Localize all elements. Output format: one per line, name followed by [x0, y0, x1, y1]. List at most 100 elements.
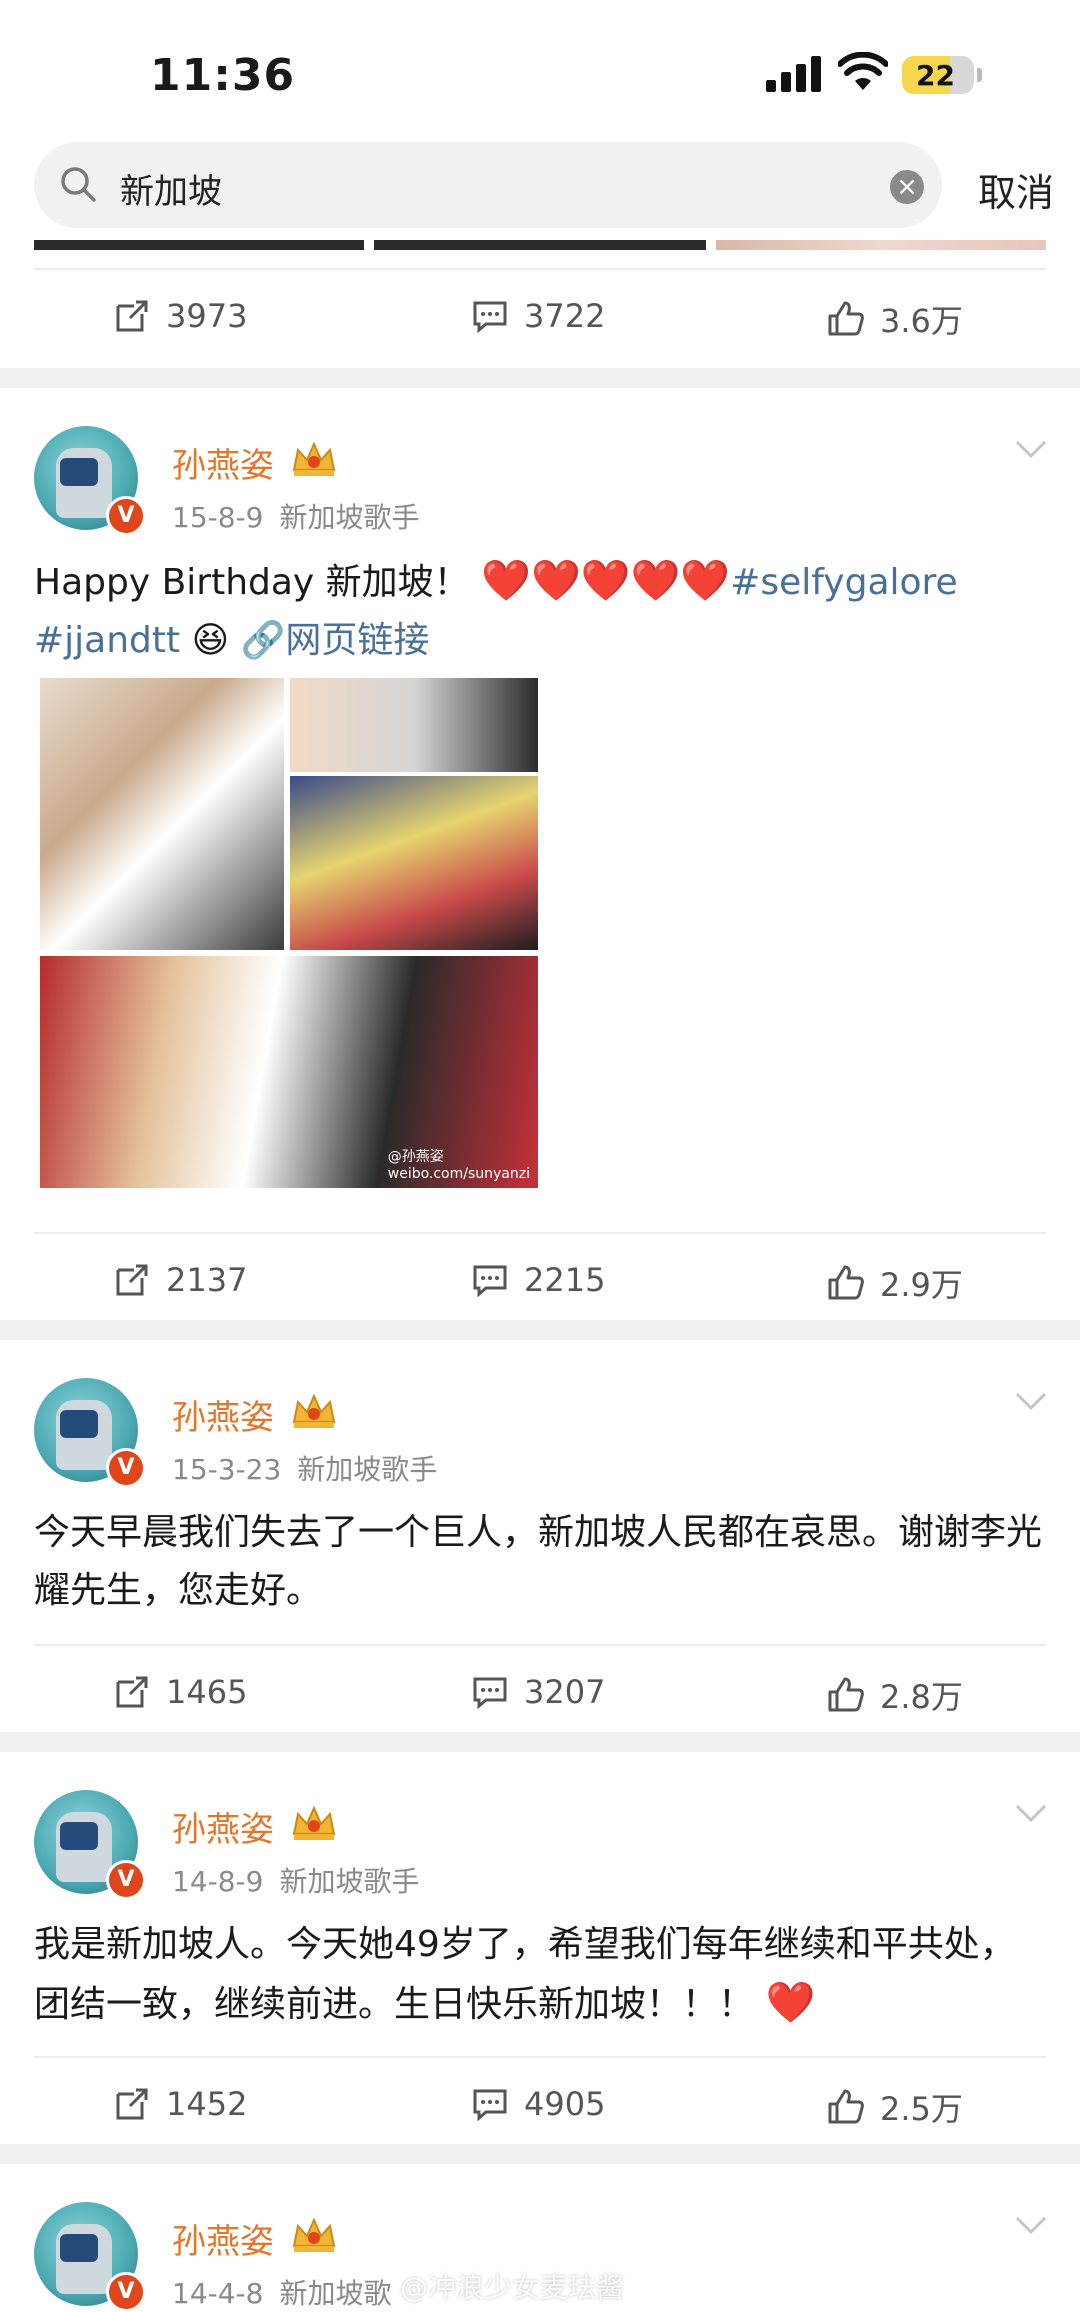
comment-icon	[473, 1265, 507, 1298]
search-bar-row: 新加坡 × 取消	[0, 140, 1080, 240]
heart-emoji: ❤️	[765, 1980, 816, 2026]
comment-icon	[473, 2089, 507, 2122]
post-text: 今天早晨我们失去了一个巨人，新加坡人民都在哀思。谢谢李光耀先生，您走好。	[34, 1512, 1043, 1611]
hashtag-link[interactable]: #selfygalore	[730, 562, 958, 603]
post-actions: 1452 4905 2.5万	[0, 2056, 1080, 2156]
photo-tile[interactable]	[290, 776, 538, 950]
chevron-down-icon[interactable]	[1014, 2214, 1048, 2236]
like-button[interactable]: 3.6万	[826, 296, 963, 342]
battery-level: 22	[916, 59, 955, 92]
web-link-label: 网页链接	[285, 620, 430, 661]
web-link[interactable]: 🔗网页链接	[241, 620, 430, 661]
link-icon: 🔗	[240, 620, 286, 661]
battery-indicator: 22	[902, 56, 982, 94]
cancel-button[interactable]: 取消	[978, 162, 1054, 217]
previous-post-image	[374, 240, 706, 250]
chevron-down-icon[interactable]	[1014, 1802, 1048, 1824]
repost-button[interactable]: 1452	[112, 2084, 247, 2124]
avatar-camera	[60, 2234, 98, 2262]
divider	[34, 1644, 1046, 1646]
photo-tile[interactable]	[290, 678, 538, 772]
thumbs-up-icon	[828, 2089, 864, 2124]
post-date: 14-4-8	[172, 2277, 264, 2310]
thumbs-up-icon	[828, 1677, 864, 1712]
comment-button[interactable]: 4905	[470, 2084, 605, 2124]
comment-button[interactable]: 2215	[470, 1260, 605, 1300]
post-date: 15-3-23	[172, 1453, 282, 1486]
post-source: 新加坡歌手	[279, 501, 420, 534]
repost-icon	[116, 2088, 148, 2120]
member-crown-icon	[292, 1805, 336, 1840]
post-actions: 3973 3722 3.6万	[0, 268, 1080, 368]
post-card[interactable]: V 孙燕姿 14-8-9 新加坡歌手 我是新加坡人。今天她49岁了，希望我们每年继…	[0, 1752, 1080, 2144]
username[interactable]: 孙燕姿	[172, 438, 274, 487]
previous-post-image	[34, 240, 364, 250]
post-actions: 2137 2215 2.9万	[0, 1232, 1080, 1332]
repost-button[interactable]: 1465	[112, 1672, 247, 1712]
image-watermark: @孙燕姿 weibo.com/sunyanzi	[387, 1149, 530, 1182]
search-query: 新加坡	[120, 172, 222, 212]
repost-count: 1452	[166, 2085, 248, 2123]
chevron-down-icon[interactable]	[1014, 438, 1048, 460]
wifi-icon	[838, 52, 888, 90]
comment-button[interactable]: 3722	[470, 296, 605, 336]
thumbs-up-icon	[828, 1265, 864, 1300]
thumbs-up-icon	[828, 301, 864, 336]
previous-post-image	[716, 240, 1046, 250]
verified-badge-icon: V	[106, 1860, 146, 1900]
post-date: 14-8-9	[172, 1865, 264, 1898]
search-icon	[61, 167, 96, 202]
avatar-camera	[60, 1410, 98, 1438]
post-source: 新加坡歌手	[297, 1453, 438, 1486]
username[interactable]: 孙燕姿	[172, 1802, 274, 1851]
cellular-signal-icon	[766, 56, 821, 92]
divider	[34, 268, 1046, 270]
repost-icon	[116, 300, 148, 332]
post-source: 新加坡歌	[279, 2277, 392, 2310]
like-count: 2.8万	[880, 1678, 963, 1716]
comment-count: 4905	[524, 2085, 606, 2123]
photo-tile[interactable]	[40, 678, 284, 950]
battery-tip	[977, 68, 982, 82]
like-button[interactable]: 2.9万	[826, 1260, 963, 1306]
post-meta: 14-8-9 新加坡歌手	[172, 1860, 419, 1900]
post-date: 15-8-9	[172, 501, 264, 534]
like-count: 2.9万	[880, 1266, 963, 1304]
repost-button[interactable]: 2137	[112, 1260, 247, 1300]
repost-icon	[116, 1676, 148, 1708]
post-text-body: Happy Birthday 新加坡！	[34, 562, 470, 603]
heart-emoji: ❤️❤️❤️❤️❤️	[481, 558, 731, 604]
post-card[interactable]: V 孙燕姿 15-8-9 新加坡歌手 Happy Birthday 新加坡！ ❤️…	[0, 388, 1080, 1320]
username[interactable]: 孙燕姿	[172, 2214, 274, 2263]
username[interactable]: 孙燕姿	[172, 1390, 274, 1439]
status-time: 11:36	[150, 50, 296, 101]
comment-count: 2215	[524, 1261, 606, 1299]
post-actions: 1465 3207 2.8万	[0, 1644, 1080, 1744]
post-card[interactable]: V 孙燕姿 15-3-23 新加坡歌手 今天早晨我们失去了一个巨人，新加坡人民都在…	[0, 1340, 1080, 1732]
search-input[interactable]: 新加坡 ×	[34, 142, 942, 228]
post-image-collage[interactable]: @孙燕姿 weibo.com/sunyanzi	[40, 678, 538, 1188]
repost-button[interactable]: 3973	[112, 296, 247, 336]
post-text-body: 我是新加坡人。今天她49岁了，希望我们每年继续和平共处，团结一致，继续前进。生日…	[34, 1924, 1016, 2025]
comment-count: 3207	[524, 1673, 606, 1711]
repost-count: 3973	[166, 297, 248, 335]
like-button[interactable]: 2.5万	[826, 2084, 963, 2130]
comment-button[interactable]: 3207	[470, 1672, 605, 1712]
repost-icon	[116, 1264, 148, 1296]
member-crown-icon	[292, 1393, 336, 1428]
weibo-watermark: @冲浪少女麦珐酱	[400, 2271, 625, 2304]
member-crown-icon	[292, 441, 336, 476]
photo-tile[interactable]: @孙燕姿 weibo.com/sunyanzi	[40, 956, 538, 1188]
hashtag-link[interactable]: #jjandtt	[34, 620, 180, 661]
divider	[34, 1232, 1046, 1234]
repost-count: 2137	[166, 1261, 248, 1299]
post-text: 我是新加坡人。今天她49岁了，希望我们每年继续和平共处，团结一致，继续前进。生日…	[34, 1916, 1046, 2034]
like-button[interactable]: 2.8万	[826, 1672, 963, 1718]
verified-badge-icon: V	[106, 496, 146, 536]
chevron-down-icon[interactable]	[1014, 1390, 1048, 1412]
avatar-camera	[60, 1822, 98, 1850]
previous-post-card: 3973 3722 3.6万	[0, 240, 1080, 368]
clear-search-button[interactable]: ×	[890, 170, 924, 204]
divider	[34, 2056, 1046, 2058]
post-meta: 15-3-23 新加坡歌手	[172, 1448, 437, 1488]
